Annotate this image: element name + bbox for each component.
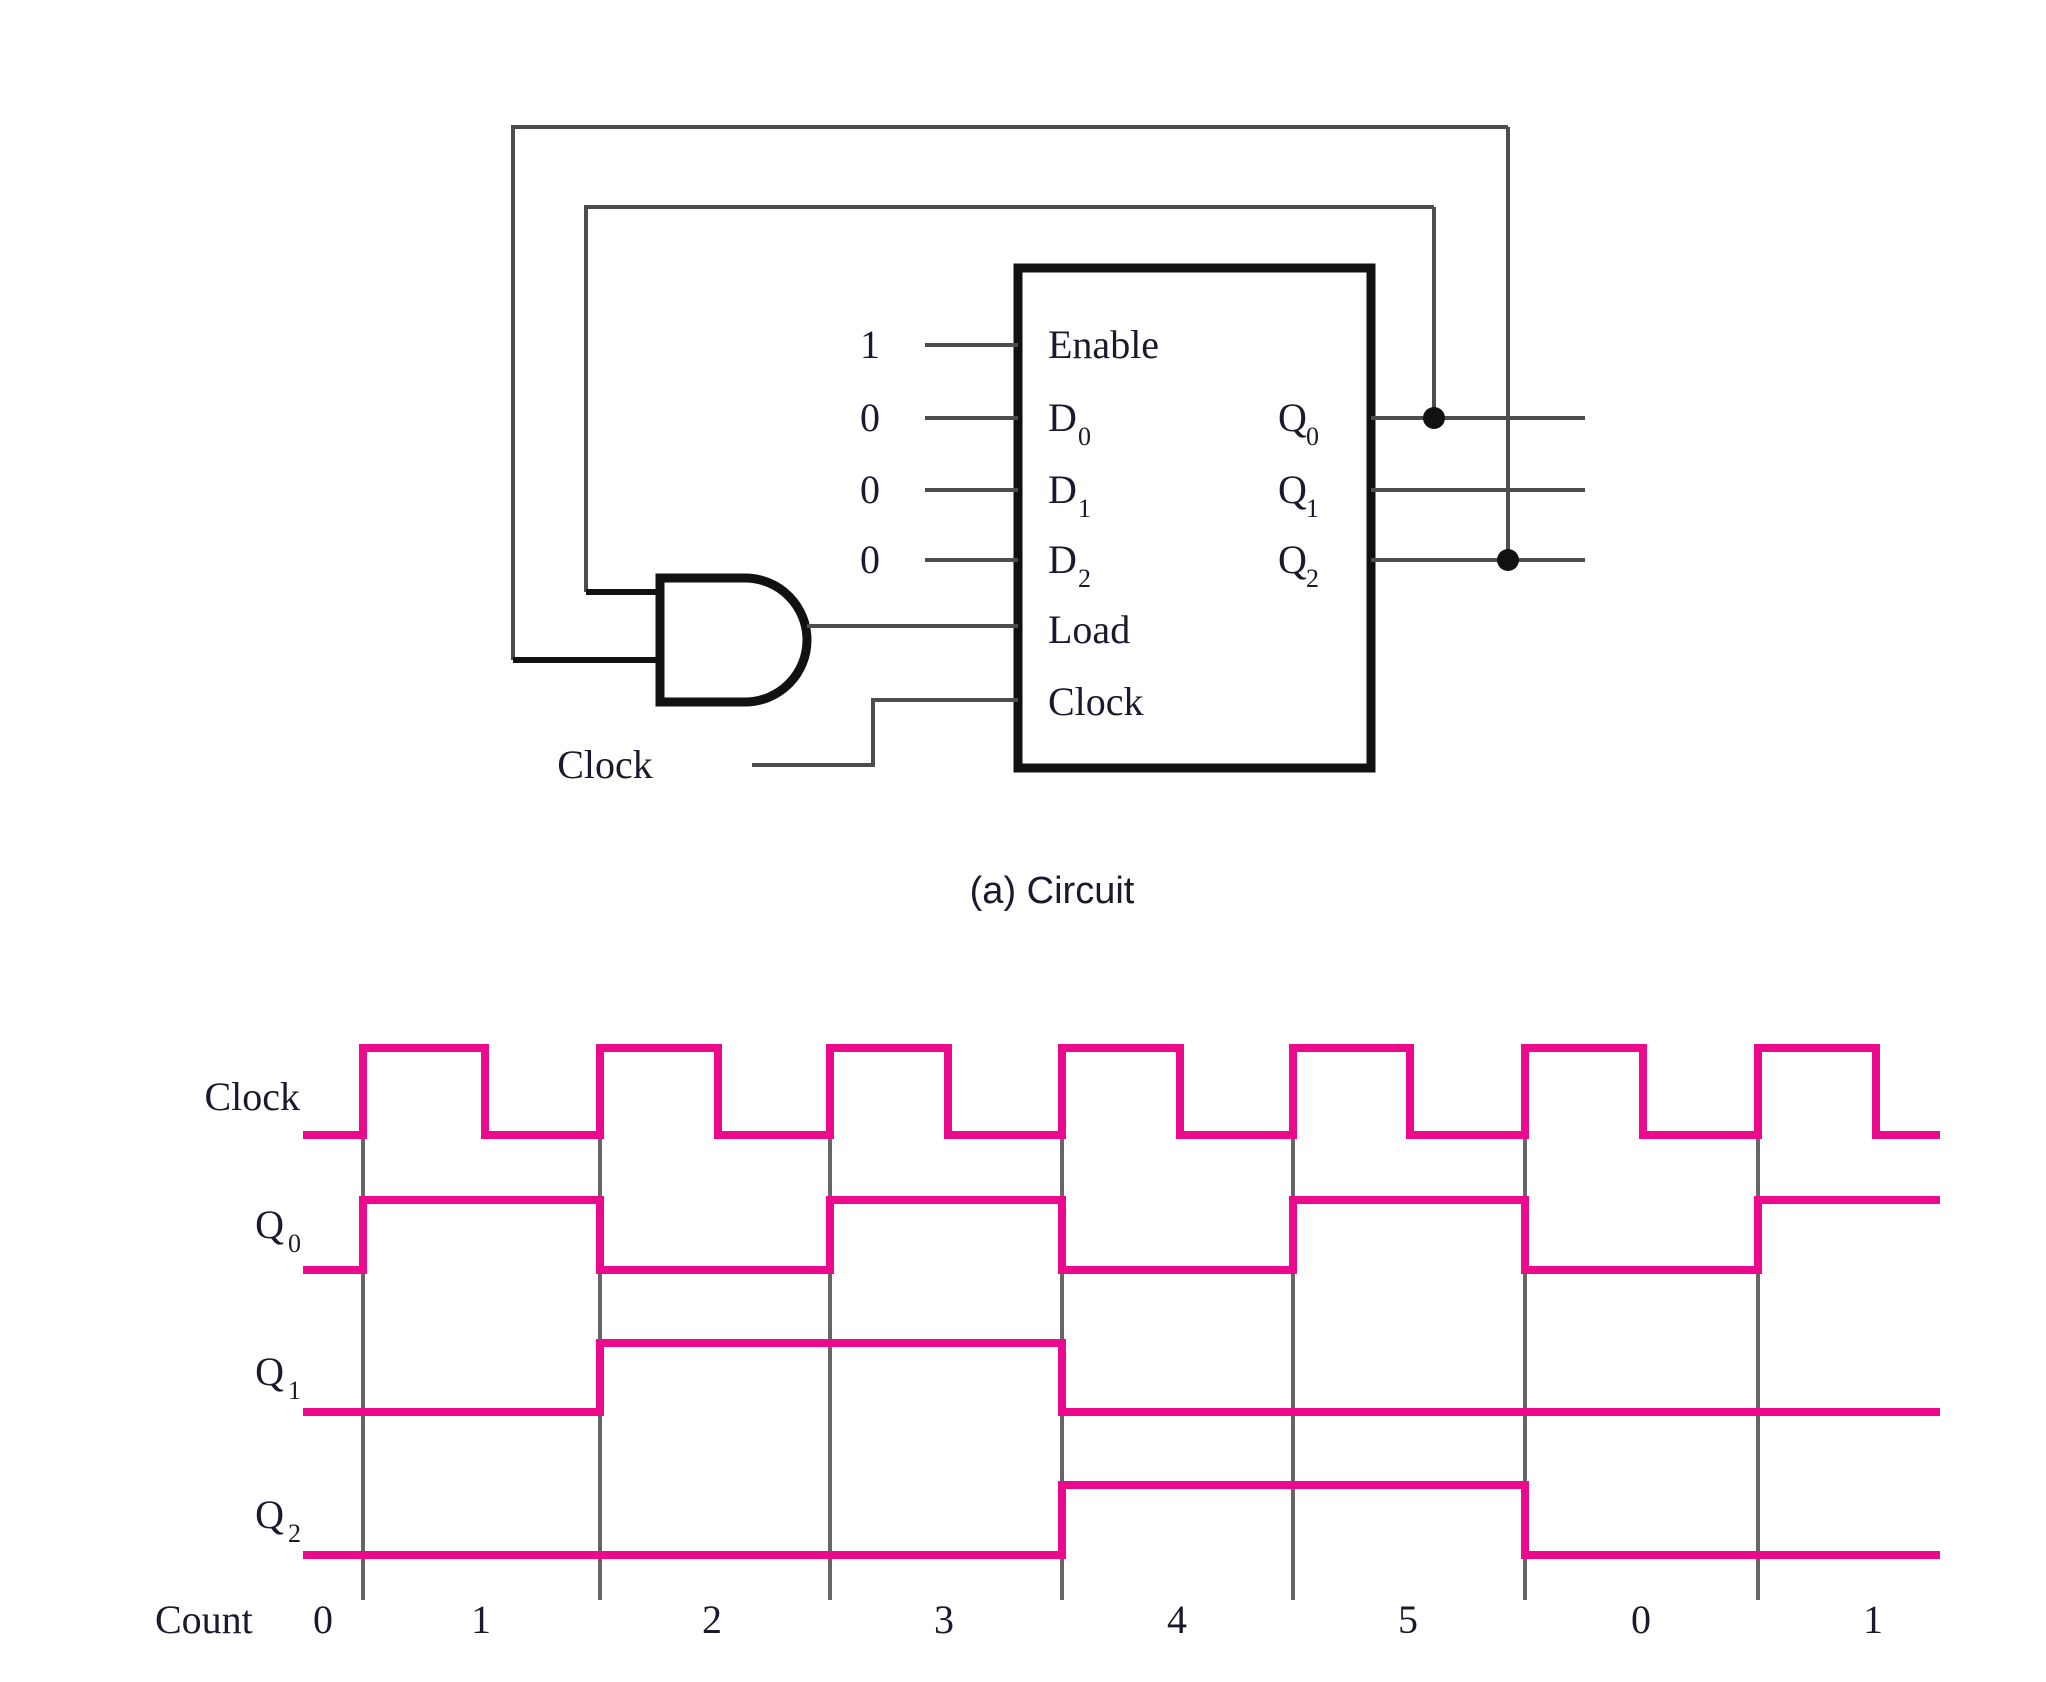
count-tick-0: 0 <box>313 1597 333 1642</box>
waveform-q0 <box>303 1196 1940 1274</box>
waveform-q2 <box>303 1481 1940 1559</box>
figure-root: 1 Enable 0 D 0 0 D 1 0 D 2 Load Clock Q … <box>0 0 2046 1682</box>
count-tick-1: 1 <box>471 1597 491 1642</box>
count-tick-3: 3 <box>934 1597 954 1642</box>
count-tick-4: 4 <box>1167 1597 1187 1642</box>
timing-row-label-q1: Q <box>255 1349 284 1394</box>
timing-row-label-q1-subscript: 1 <box>288 1376 301 1405</box>
timing-row-label-q2: Q <box>255 1492 284 1537</box>
timing-row-label-q0-subscript: 0 <box>288 1229 301 1258</box>
timing-diagram: Clock Q 0 Q 1 Q 2 Count 0 1 2 3 4 5 0 1 <box>155 1044 1940 1642</box>
count-tick-7: 1 <box>1863 1597 1883 1642</box>
waveform-q1 <box>303 1339 1940 1416</box>
count-tick-2: 2 <box>702 1597 722 1642</box>
timing-row-label-q0: Q <box>255 1202 284 1247</box>
count-axis-label: Count <box>155 1597 253 1642</box>
timing-row-label-q2-subscript: 2 <box>288 1519 301 1548</box>
count-tick-5: 5 <box>1398 1597 1418 1642</box>
waveform-clock <box>303 1044 1940 1139</box>
count-tick-6: 0 <box>1631 1597 1651 1642</box>
timing-row-label-clock: Clock <box>204 1074 300 1119</box>
